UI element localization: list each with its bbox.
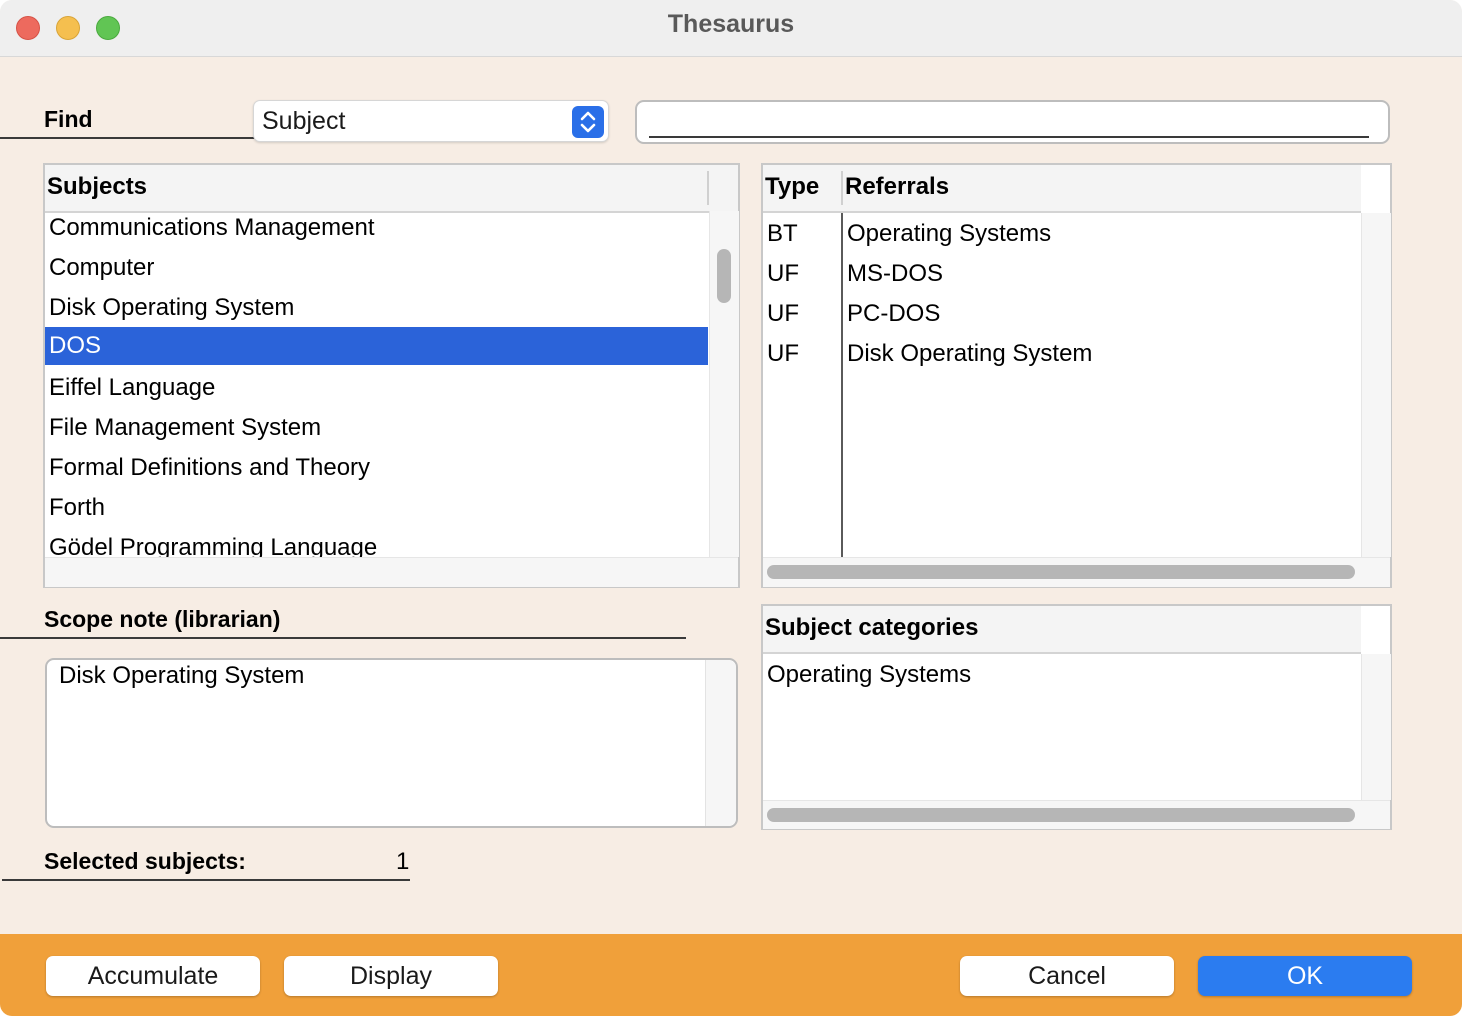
list-item[interactable]: Forth <box>45 489 708 527</box>
subject-categories-list[interactable]: Subject categories Operating Systems <box>761 604 1392 830</box>
selected-subjects-label: Selected subjects: <box>44 848 246 874</box>
subject-categories-column-header[interactable]: Subject categories <box>765 614 978 642</box>
referrals-vertical-scrollbar[interactable] <box>1361 213 1391 557</box>
subjects-scroll-thumb[interactable] <box>717 249 731 303</box>
referrals-column-header[interactable]: Referrals <box>845 173 949 201</box>
find-field-select[interactable]: Subject <box>253 100 609 142</box>
list-item[interactable]: Computer <box>45 249 708 287</box>
categories-horizontal-scrollbar[interactable] <box>763 800 1390 829</box>
search-input[interactable] <box>649 106 1369 138</box>
type-column-header[interactable]: Type <box>765 173 819 201</box>
table-row[interactable]: BT Operating Systems <box>763 215 1361 253</box>
window-title: Thesaurus <box>667 10 795 38</box>
subjects-list[interactable]: Subjects Communications Management Compu… <box>43 163 740 588</box>
scope-note-label: Scope note (librarian) <box>44 606 281 632</box>
ok-button[interactable]: OK <box>1198 956 1412 996</box>
header-divider <box>707 171 709 205</box>
list-item[interactable]: Communications Management <box>45 209 708 247</box>
referrals-scroll-thumb[interactable] <box>767 565 1355 579</box>
cancel-button[interactable]: Cancel <box>960 956 1174 996</box>
list-item[interactable]: Gödel Programming Language <box>45 529 708 557</box>
referrals-table-header: Type Referrals <box>763 165 1361 213</box>
list-item-selected[interactable]: DOS <box>45 327 708 365</box>
scope-note-underline <box>0 637 686 639</box>
categories-vertical-scrollbar[interactable] <box>1361 654 1391 800</box>
subjects-horizontal-scrollbar[interactable] <box>45 557 738 587</box>
scope-note-text: Disk Operating System <box>59 662 305 689</box>
display-button[interactable]: Display <box>284 956 498 996</box>
find-label-underline <box>0 137 255 139</box>
find-field-value: Subject <box>262 107 346 135</box>
table-row[interactable]: UF Disk Operating System <box>763 335 1361 373</box>
selected-subjects-underline <box>2 879 410 881</box>
list-item[interactable]: Eiffel Language <box>45 369 708 407</box>
list-item[interactable]: File Management System <box>45 409 708 447</box>
subject-categories-header: Subject categories <box>763 606 1361 654</box>
header-divider <box>841 171 843 205</box>
list-item[interactable]: Operating Systems <box>763 656 1361 694</box>
subjects-column-header[interactable]: Subjects <box>47 173 147 201</box>
find-label: Find <box>44 106 93 132</box>
subjects-vertical-scrollbar[interactable] <box>709 211 739 557</box>
selected-subjects-count: 1 <box>396 848 410 875</box>
list-item[interactable]: Formal Definitions and Theory <box>45 449 708 487</box>
accumulate-button[interactable]: Accumulate <box>46 956 260 996</box>
thesaurus-window: Thesaurus Find Subject Subjects Communic… <box>0 0 1462 1016</box>
referrals-horizontal-scrollbar[interactable] <box>763 557 1390 587</box>
select-arrows-icon[interactable] <box>572 106 604 138</box>
title-bar[interactable]: Thesaurus <box>0 0 1462 57</box>
search-field[interactable] <box>635 100 1390 144</box>
scope-note-textarea[interactable]: Disk Operating System <box>45 658 738 828</box>
subjects-list-header: Subjects <box>45 165 738 213</box>
table-row[interactable]: UF PC-DOS <box>763 295 1361 333</box>
button-bar: Accumulate Display Cancel OK <box>0 934 1462 1016</box>
referrals-table[interactable]: Type Referrals BT Operating Systems UF M… <box>761 163 1392 588</box>
table-row[interactable]: UF MS-DOS <box>763 255 1361 293</box>
list-item[interactable]: Disk Operating System <box>45 289 708 327</box>
categories-scroll-thumb[interactable] <box>767 808 1355 822</box>
scope-note-scrollbar[interactable] <box>705 660 736 826</box>
